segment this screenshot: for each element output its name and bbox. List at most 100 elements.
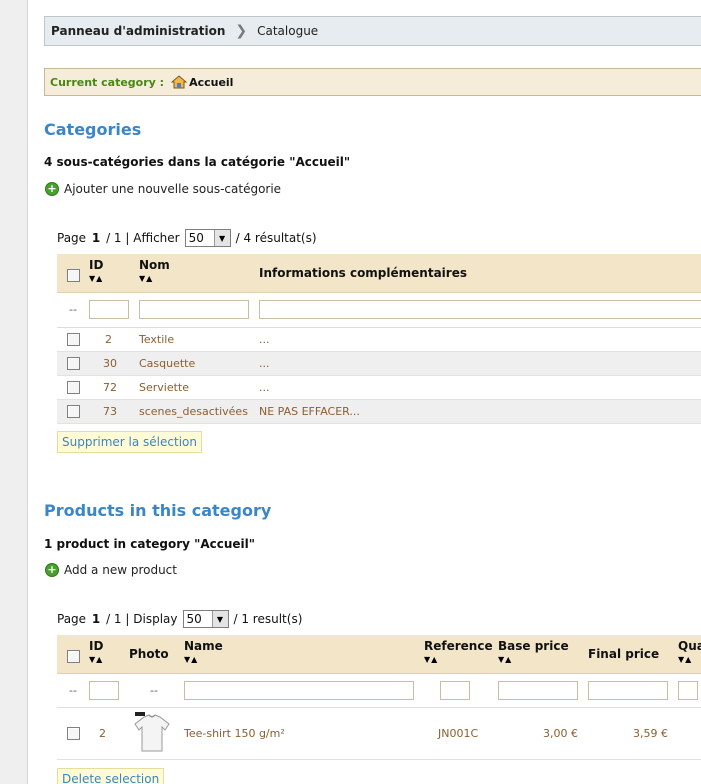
col-id: ID ▼▲ [89, 254, 139, 293]
row-checkbox-cell [57, 351, 89, 376]
filter-info-cell [259, 292, 701, 328]
col-base-price-label: Base price [498, 639, 569, 653]
delete-selection-button[interactable]: Supprimer la sélection [57, 431, 202, 453]
filter-name-cell [184, 673, 424, 708]
current-category-value[interactable]: Accueil [189, 76, 233, 89]
row-name[interactable]: Casquette [139, 351, 259, 376]
categories-pager: Page 1 / 1 | Afficher 50 ▼ / 4 résultat(… [57, 229, 317, 247]
sort-arrows-icon[interactable]: ▼▲ [424, 655, 498, 664]
row-name[interactable]: Serviette [139, 375, 259, 400]
photo-dash: -- [150, 683, 158, 697]
products-count: 1 product in category "Accueil" [44, 537, 256, 551]
sort-arrows-icon[interactable]: ▼▲ [184, 655, 424, 664]
row-id: 72 [89, 375, 139, 400]
col-name: Name ▼▲ [184, 635, 424, 674]
home-icon [171, 75, 188, 89]
table-row[interactable]: 30 Casquette ... [57, 351, 701, 376]
row-name[interactable]: scenes_desactivées [139, 399, 259, 424]
chevron-right-icon: ❯ [235, 23, 248, 39]
row-checkbox-cell [57, 707, 89, 760]
row-info: ... [259, 327, 701, 352]
categories-count: 4 sous-catégories dans la catégorie "Acc… [44, 155, 351, 169]
filter-reference-cell [424, 673, 498, 708]
row-final-price: 3,59 € [588, 707, 678, 760]
add-icon: + [45, 182, 59, 196]
col-name: Nom ▼▲ [139, 254, 259, 293]
filter-reference-input[interactable] [440, 680, 470, 700]
col-reference-label: Reference [424, 639, 493, 653]
col-id: ID ▼▲ [89, 635, 129, 674]
per-page-select[interactable]: 50 ▼ [184, 229, 231, 247]
add-product-label: Add a new product [64, 563, 177, 577]
filter-info-input[interactable] [259, 300, 701, 319]
row-checkbox[interactable] [66, 726, 80, 740]
sort-arrows-icon[interactable]: ▼▲ [498, 655, 588, 664]
select-all-cell [57, 254, 89, 293]
current-category-bar: Current category : Accueil [44, 68, 701, 96]
pager-current-page: 1 [91, 231, 101, 245]
add-product-link[interactable]: + Add a new product [45, 563, 177, 577]
pager-display-word: Afficher [133, 231, 180, 245]
filter-name-input[interactable] [184, 680, 414, 700]
filter-dash: -- [69, 303, 77, 316]
filter-final-price-input[interactable] [588, 680, 668, 700]
filter-id-cell [89, 292, 139, 328]
table-row[interactable]: 2 Tee-shirt 150 g/m² JN001C 3,00 € 3,59 … [57, 707, 701, 760]
current-category-label: Current category : [50, 75, 165, 89]
row-name[interactable]: Tee-shirt 150 g/m² [184, 707, 424, 760]
row-checkbox[interactable] [66, 404, 80, 418]
col-final-price-label: Final price [588, 646, 660, 661]
pager-current-page: 1 [91, 612, 101, 626]
row-photo-cell [129, 707, 184, 760]
row-checkbox-cell [57, 375, 89, 400]
table-row[interactable]: 72 Serviette ... [57, 375, 701, 400]
filter-id-cell [89, 673, 129, 708]
products-pager: Page 1 / 1 | Display 50 ▼ / 1 result(s) [57, 610, 302, 628]
select-all-checkbox[interactable] [66, 649, 80, 663]
categories-title: Categories [44, 120, 142, 139]
filter-quantity-input[interactable] [678, 680, 698, 700]
filter-base-price-input[interactable] [498, 680, 578, 700]
row-checkbox[interactable] [66, 356, 80, 370]
pager-page-word: Page [57, 231, 87, 245]
pager-results: / 1 result(s) [233, 612, 303, 626]
select-all-cell [57, 635, 89, 674]
select-all-checkbox[interactable] [66, 268, 80, 282]
row-checkbox-cell [57, 399, 89, 424]
col-reference: Reference ▼▲ [424, 635, 498, 674]
row-reference: JN001C [424, 707, 498, 760]
categories-table: ID ▼▲ Nom ▼▲ Informations complémentaire… [57, 254, 701, 424]
add-subcategory-link[interactable]: + Ajouter une nouvelle sous-catégorie [45, 182, 281, 196]
delete-selection-button[interactable]: Delete selection [57, 768, 165, 784]
filter-id-input[interactable] [89, 300, 129, 319]
breadcrumb-root[interactable]: Panneau d'administration [51, 24, 225, 38]
row-checkbox[interactable] [66, 332, 80, 346]
sort-arrows-icon[interactable]: ▼▲ [89, 274, 139, 283]
pager-display-word: Display [133, 612, 178, 626]
row-info: ... [259, 351, 701, 376]
product-thumbnail[interactable] [131, 711, 173, 755]
filter-row: -- -- [57, 673, 701, 708]
left-margin [0, 0, 28, 784]
sort-arrows-icon[interactable]: ▼▲ [678, 655, 701, 664]
row-id: 73 [89, 399, 139, 424]
table-row[interactable]: 2 Textile ... [57, 327, 701, 352]
filter-id-input[interactable] [89, 680, 119, 700]
per-page-select[interactable]: 50 ▼ [182, 610, 229, 628]
filter-base-price-cell [498, 673, 588, 708]
per-page-value: 50 [186, 612, 202, 626]
sort-arrows-icon[interactable]: ▼▲ [89, 655, 129, 664]
row-name[interactable]: Textile [139, 327, 259, 352]
filter-name-cell [139, 292, 259, 328]
filter-name-input[interactable] [139, 300, 249, 319]
row-id: 2 [89, 327, 139, 352]
breadcrumb-current: Catalogue [257, 24, 319, 38]
table-row[interactable]: 73 scenes_desactivées NE PAS EFFACER... [57, 399, 701, 424]
sort-arrows-icon[interactable]: ▼▲ [139, 274, 259, 283]
filter-quantity-cell [678, 673, 701, 708]
col-info: Informations complémentaires [259, 254, 701, 293]
filter-dash: -- [69, 683, 77, 697]
col-id-label: ID [89, 639, 104, 653]
row-base-price: 3,00 € [498, 707, 588, 760]
row-checkbox[interactable] [66, 380, 80, 394]
